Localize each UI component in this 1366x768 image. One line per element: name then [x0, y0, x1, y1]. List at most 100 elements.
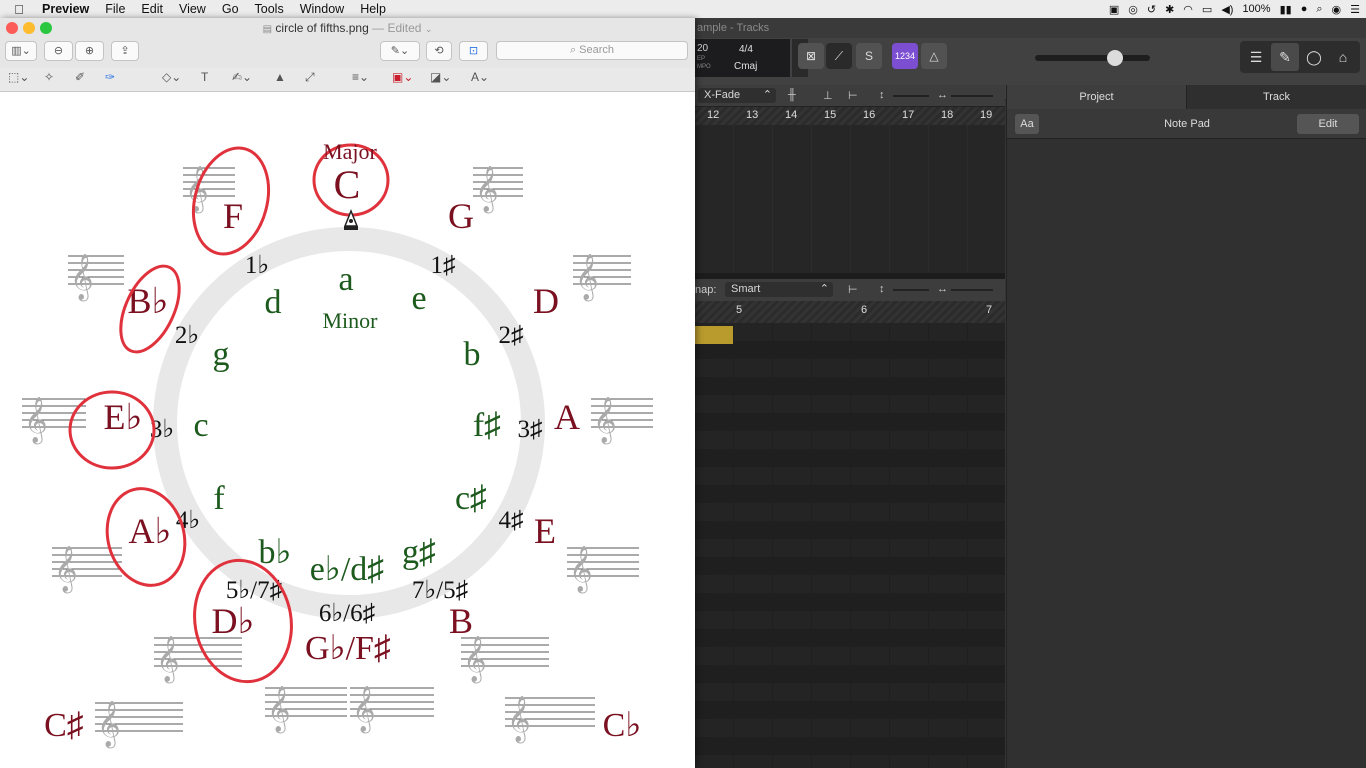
logic-window: ample - Tracks 20 EPMPO 4/4 Cmaj ⌄ ⊠ ⟋ S… [695, 18, 1366, 768]
outer-key-c-sharp: C♯ [44, 707, 84, 744]
master-volume-slider[interactable] [1035, 55, 1150, 61]
border-color-icon[interactable]: ▣⌄ [392, 70, 413, 84]
snap-select[interactable]: Smart ⌃ [725, 282, 833, 297]
waveform-zoom-icon[interactable]: ╫ [788, 89, 796, 101]
piano-roll-ruler[interactable]: 5 6 7 [695, 301, 1005, 323]
vertical-fit-icon[interactable]: ⊥ [823, 89, 833, 102]
horizontal-fit-icon[interactable]: ⊢ [848, 89, 858, 102]
zoom-out-icon[interactable]: ⊖ [44, 41, 73, 61]
browser-icon[interactable]: ⌂ [1329, 43, 1357, 71]
shapes-icon[interactable]: ◇⌄ [162, 70, 181, 84]
piano-roll-grid[interactable] [695, 323, 1005, 768]
minor-key-label: c♯ [455, 480, 487, 517]
loop-browser-icon[interactable]: ◯ [1300, 43, 1328, 71]
wifi-icon[interactable]: ◠ [1183, 3, 1193, 16]
battery-icon[interactable]: ▮▮ [1280, 3, 1292, 16]
menu-tools[interactable]: Tools [247, 2, 292, 16]
selection-tool-icon[interactable]: ⬚⌄ [8, 70, 29, 84]
text-format-button[interactable]: Aa [1015, 114, 1039, 134]
fill-color-icon[interactable]: ◪⌄ [430, 70, 451, 84]
text-style-icon[interactable]: A⌄ [471, 70, 489, 84]
close-window-icon[interactable] [6, 22, 18, 34]
metronome-icon[interactable]: △ [921, 43, 947, 69]
minor-key-label: g [213, 336, 230, 373]
menu-view[interactable]: View [171, 2, 214, 16]
edited-indicator[interactable]: — Edited [372, 21, 421, 35]
battery-percent[interactable]: 100% [1242, 3, 1270, 15]
editor-horizontal-zoom-slider[interactable] [951, 289, 993, 291]
rotate-icon[interactable]: ⟲ [426, 41, 452, 61]
note-pad-edit-button[interactable]: Edit [1297, 114, 1359, 134]
solo-icon[interactable]: S [856, 43, 882, 69]
editor-vertical-zoom-slider[interactable] [893, 289, 929, 291]
lcd-display[interactable]: 20 EP MPO 4/4 Cmaj [695, 39, 790, 77]
adjust-size-icon[interactable]: ⤢ [305, 70, 315, 85]
ruler-bar-number: 14 [785, 109, 798, 121]
apple-menu-icon[interactable]:  [0, 2, 38, 17]
xfade-select[interactable]: X-Fade ⌃ [698, 88, 776, 103]
major-key-label: F [223, 196, 243, 236]
spotlight-search-icon[interactable]: ⌕ [1316, 3, 1322, 16]
share-icon[interactable]: ⇪ [111, 41, 139, 61]
creative-cloud-icon[interactable]: ◎ [1128, 3, 1138, 16]
horizontal-zoom-icon[interactable]: ↔ [937, 89, 948, 101]
horizontal-zoom-slider[interactable] [951, 95, 993, 97]
editor-horizontal-zoom-icon[interactable]: ↔ [937, 283, 948, 295]
minor-key-label: d [265, 284, 282, 321]
notification-center-icon[interactable]: ☰ [1350, 3, 1360, 16]
svg-text:𝄞: 𝄞 [463, 636, 487, 684]
menu-window[interactable]: Window [292, 2, 352, 16]
bluetooth-icon[interactable]: ✱ [1165, 3, 1174, 16]
siri-icon[interactable]: ◉ [1332, 3, 1342, 16]
title-chevron-icon[interactable]: ⌄ [425, 24, 433, 34]
document-title[interactable]: circle of fifths.png [275, 21, 368, 35]
instant-alpha-icon[interactable]: ✧ [44, 70, 54, 84]
draw-icon[interactable]: ✑ [105, 70, 115, 84]
key-signature-count: 5♭/7♯ [226, 577, 282, 604]
vertical-zoom-icon[interactable]: ↕ [879, 89, 885, 101]
zoom-window-icon[interactable] [40, 22, 52, 34]
editor-vertical-zoom-icon[interactable]: ↕ [879, 283, 885, 295]
staff-image: 𝄞 [68, 254, 124, 302]
markup-toolbox-icon[interactable]: ⊡ [459, 41, 488, 61]
tab-project[interactable]: Project [1007, 85, 1187, 109]
tracks-area[interactable]: X-Fade ⌃ ╫ ⊥ ⊢ ↕ ↔ 12 13 14 15 16 17 18 19 [695, 85, 1005, 273]
menu-go[interactable]: Go [214, 2, 247, 16]
menu-help[interactable]: Help [352, 2, 394, 16]
document-canvas[interactable]: C G D A E B G♭/F♯ D♭ A♭ E♭ B♭ F a e b f♯ c♯ g♯ e♭/d♯ b♭ f c g… [0, 93, 695, 768]
fit-icon[interactable]: ⊢ [848, 283, 858, 296]
tuner-icon[interactable]: ⟋ [826, 43, 852, 69]
sign-icon[interactable]: ✍⌄ [232, 70, 252, 84]
menu-edit[interactable]: Edit [133, 2, 171, 16]
app-menu[interactable]: Preview [38, 2, 97, 16]
time-machine-icon[interactable]: ↺ [1147, 3, 1156, 16]
menu-file[interactable]: File [97, 2, 133, 16]
screen-record-icon[interactable]: ▣ [1109, 3, 1119, 16]
tab-track[interactable]: Track [1187, 85, 1366, 109]
region-marker[interactable] [695, 326, 733, 344]
key-signature-count: 6♭/6♯ [319, 600, 375, 627]
master-volume-knob[interactable] [1107, 50, 1123, 66]
tracks-ruler[interactable]: 12 13 14 15 16 17 18 19 [695, 107, 1005, 125]
zoom-in-icon[interactable]: ⊕ [75, 41, 104, 61]
note-pad-icon[interactable]: ✎ [1271, 43, 1299, 71]
ruler-bar-number: 18 [941, 109, 954, 121]
shape-style-icon[interactable]: ≡⌄ [352, 70, 369, 84]
sketch-icon[interactable]: ✐ [75, 70, 85, 84]
minimize-window-icon[interactable] [23, 22, 35, 34]
minor-key-label: b♭ [258, 534, 291, 571]
adjust-color-icon[interactable]: ▲ [274, 70, 286, 84]
sidebar-toggle-icon[interactable]: ▥⌄ [5, 41, 37, 61]
user-icon[interactable]: ● [1301, 3, 1308, 15]
vertical-zoom-slider[interactable] [893, 95, 929, 97]
list-editors-icon[interactable]: ☰ [1242, 43, 1270, 71]
volume-icon[interactable]: ◀) [1221, 3, 1233, 16]
search-input[interactable]: ⌕ Search [496, 41, 688, 60]
replace-mode-icon[interactable]: ⊠ [798, 43, 824, 69]
text-tool-icon[interactable]: T [201, 70, 208, 84]
airplay-icon[interactable]: ▭ [1202, 3, 1212, 16]
count-in-button[interactable]: 1234 [892, 43, 918, 69]
pen-tool-icon[interactable]: ✎⌄ [380, 41, 420, 61]
ruler-bar-number: 5 [736, 304, 743, 316]
tracks-grid[interactable] [695, 125, 1005, 273]
